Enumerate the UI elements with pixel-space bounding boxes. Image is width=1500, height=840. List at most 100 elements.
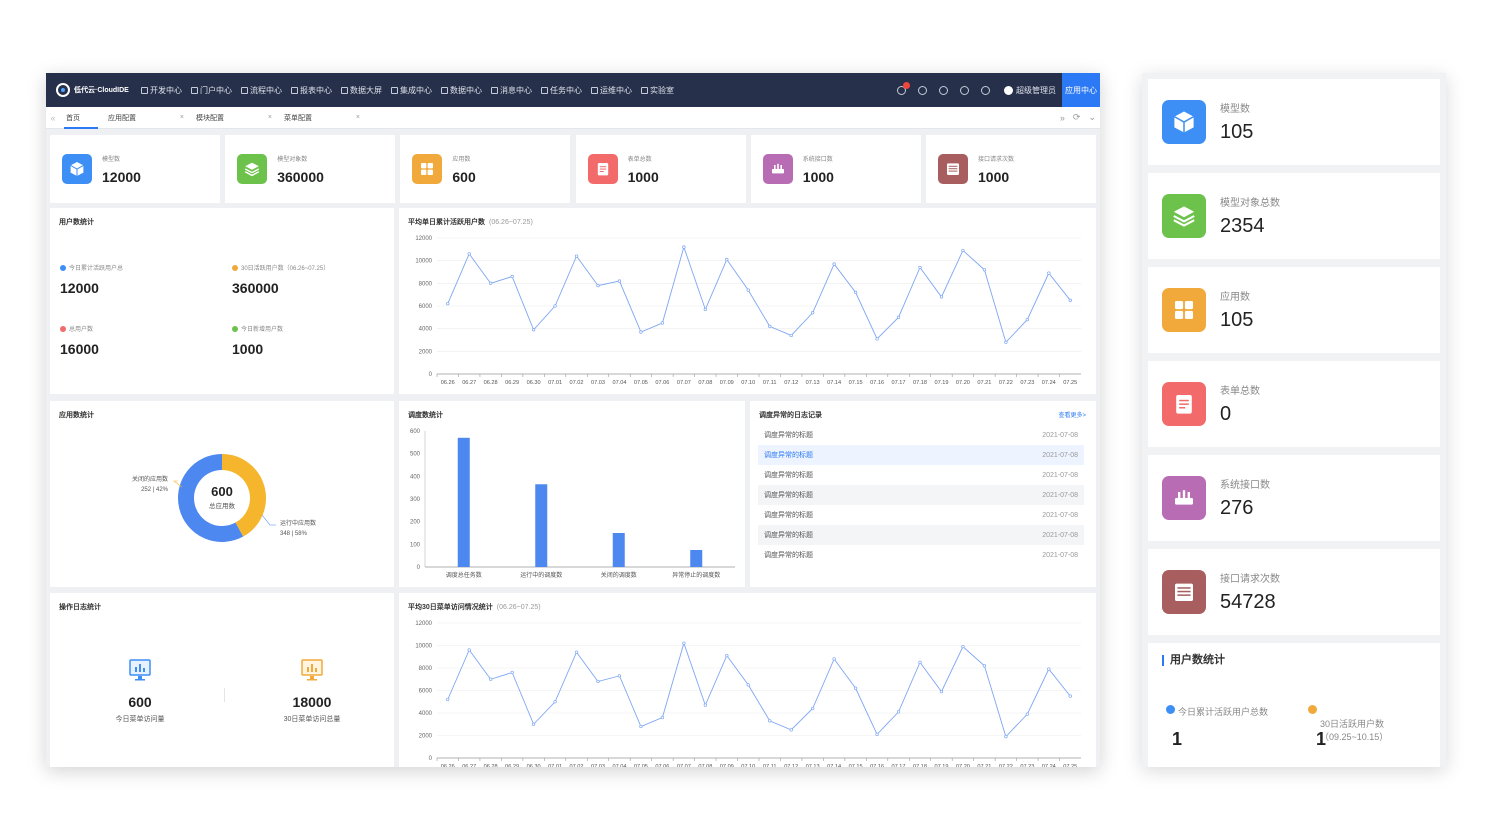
close-icon[interactable]: × xyxy=(180,114,184,121)
log-row[interactable]: 调度异常的标题 2021-07-08 xyxy=(758,505,1084,525)
tab-label: 首页 xyxy=(66,114,80,122)
nav-icon xyxy=(241,86,248,94)
x-tick-label: 07.05 xyxy=(634,380,648,386)
nav-item[interactable]: 实验室 xyxy=(641,85,674,96)
tab-label: 菜单配置 xyxy=(284,114,312,122)
x-tick-label: 06.30 xyxy=(527,380,541,386)
stat-card[interactable]: 接口请求次数 1000 xyxy=(926,135,1096,203)
data-point xyxy=(617,279,622,283)
data-point xyxy=(446,697,450,702)
log-row[interactable]: 调度异常的标题 2021-07-08 xyxy=(758,525,1084,545)
x-tick-label: 07.08 xyxy=(698,764,712,767)
side-stat-card[interactable]: 系统接口数 276 xyxy=(1148,455,1440,541)
nav-item[interactable]: 运维中心 xyxy=(591,85,632,96)
x-tick-label: 07.18 xyxy=(913,764,927,767)
y-tick-label: 400 xyxy=(410,474,421,480)
side-stat-label: 应用数 xyxy=(1220,292,1250,303)
nav-icon xyxy=(491,86,498,94)
side-stat-value: 54728 xyxy=(1220,591,1276,613)
side-stat-card[interactable]: 表单总数 0 xyxy=(1148,361,1440,447)
nav-item[interactable]: 流程中心 xyxy=(241,85,282,96)
data-point xyxy=(467,252,471,256)
x-tick-label: 07.25 xyxy=(1063,764,1077,767)
stat-card[interactable]: 模型对象数 360000 xyxy=(225,135,396,203)
refresh-icon[interactable]: ⟳ xyxy=(1073,112,1081,123)
tab-home[interactable]: 首页 xyxy=(60,107,102,129)
slice-label: 运行中应用数 xyxy=(280,519,316,527)
nav-item[interactable]: 数据大屏 xyxy=(341,85,382,96)
y-tick-label: 200 xyxy=(410,520,421,526)
user-stat-value: 360000 xyxy=(232,280,279,296)
x-tick-label: 07.10 xyxy=(741,764,755,767)
y-tick-label: 10000 xyxy=(415,644,432,650)
fullscreen-icon[interactable] xyxy=(981,85,990,95)
stat-card[interactable]: 应用数 600 xyxy=(400,135,571,203)
main-nav: 开发中心 门户中心 流程中心 报表中心 数据大屏 集成中心 数据中心 消息中心 任务中心 运维中心… xyxy=(141,85,683,96)
x-tick-label: 06.30 xyxy=(527,764,541,767)
data-point xyxy=(489,677,493,681)
data-point xyxy=(939,689,944,694)
log-row[interactable]: 调度异常的标题 2021-07-08 xyxy=(758,465,1084,485)
brand-logo[interactable]: 低代云·CloudIDE xyxy=(46,83,141,97)
view-more-link[interactable]: 查看更多> xyxy=(1058,410,1086,419)
tab-module-config[interactable]: 模块配置 × xyxy=(190,107,278,129)
stat-label: 系统接口数 xyxy=(802,156,833,163)
close-icon[interactable]: × xyxy=(356,114,360,121)
side-stat-value: 2354 xyxy=(1220,215,1265,237)
side-stat-card[interactable]: 接口请求次数 54728 xyxy=(1148,549,1440,635)
log-row[interactable]: 调度异常的标题 2021-07-08 xyxy=(758,445,1084,465)
nav-label: 消息中心 xyxy=(500,85,532,95)
stat-card[interactable]: 模型数 12000 xyxy=(50,135,220,203)
stat-card[interactable]: 表单总数 1000 xyxy=(575,135,746,203)
data-point xyxy=(939,295,944,299)
side-stat-card[interactable]: 应用数 105 xyxy=(1148,267,1440,353)
log-row[interactable]: 调度异常的标题 2021-07-08 xyxy=(758,545,1084,565)
user-icon xyxy=(60,264,66,271)
tab-scroll-left-icon[interactable]: « xyxy=(46,113,60,123)
chevron-down-icon[interactable]: ⌄ xyxy=(1088,112,1096,123)
log-title: 调度异常的标题 xyxy=(764,512,813,519)
clock-icon[interactable] xyxy=(918,85,927,95)
tab-menu-config[interactable]: 菜单配置 × xyxy=(278,107,366,129)
month-visits-stat: 18000 30日菜单访问总量 xyxy=(252,657,372,724)
y-tick-label: 500 xyxy=(410,452,421,458)
nav-item[interactable]: 开发中心 xyxy=(141,85,182,96)
data-point xyxy=(853,290,858,295)
nav-item[interactable]: 报表中心 xyxy=(291,85,332,96)
nav-label: 开发中心 xyxy=(150,85,182,95)
y-tick-label: 2000 xyxy=(419,734,433,740)
tab-scroll-right-icon[interactable]: » xyxy=(1060,113,1065,123)
notification-icon[interactable] xyxy=(897,81,910,95)
layers-icon[interactable] xyxy=(960,85,969,95)
x-tick-label: 07.06 xyxy=(655,764,669,767)
app-center-button[interactable]: 应用中心 xyxy=(1062,73,1100,107)
log-row[interactable]: 调度异常的标题 2021-07-08 xyxy=(758,425,1084,445)
nav-item[interactable]: 消息中心 xyxy=(491,85,532,96)
side-stat-label: 系统接口数 xyxy=(1220,480,1270,491)
nav-label: 任务中心 xyxy=(550,85,582,95)
stat-card[interactable]: 系统接口数 1000 xyxy=(750,135,921,203)
side-stat-card[interactable]: 模型对象总数 2354 xyxy=(1148,173,1440,259)
user-icon xyxy=(232,264,238,271)
nav-item[interactable]: 集成中心 xyxy=(391,85,432,96)
close-icon[interactable]: × xyxy=(268,114,272,121)
nav-item[interactable]: 数据中心 xyxy=(441,85,482,96)
user-menu[interactable]: 超级管理员 xyxy=(1004,85,1056,96)
x-tick-label: 06.26 xyxy=(441,764,455,767)
data-point xyxy=(896,710,901,714)
x-tick-label: 07.12 xyxy=(784,764,798,767)
tab-bar: « 首页 应用配置 × 模块配置 × 菜单配置 × » ⟳ ⌄ xyxy=(46,107,1100,129)
nav-item[interactable]: 门户中心 xyxy=(191,85,232,96)
data-point xyxy=(682,245,686,249)
theme-icon[interactable] xyxy=(939,85,948,95)
tab-app-config[interactable]: 应用配置 × xyxy=(102,107,190,129)
x-tick-label: 调度总任务数 xyxy=(446,571,482,579)
side-stat-card[interactable]: 模型数 105 xyxy=(1148,79,1440,165)
x-tick-label: 07.10 xyxy=(741,380,755,386)
data-point xyxy=(896,315,901,319)
user-stat-value: 1000 xyxy=(232,341,264,357)
active-users-line-chart-panel: 平均单日累计活跃用户数 (06.26~07.25) 0 2000 4000 6000 80… xyxy=(399,208,1096,394)
log-date: 2021-07-08 xyxy=(1042,511,1078,519)
nav-item[interactable]: 任务中心 xyxy=(541,85,582,96)
log-row[interactable]: 调度异常的标题 2021-07-08 xyxy=(758,485,1084,505)
